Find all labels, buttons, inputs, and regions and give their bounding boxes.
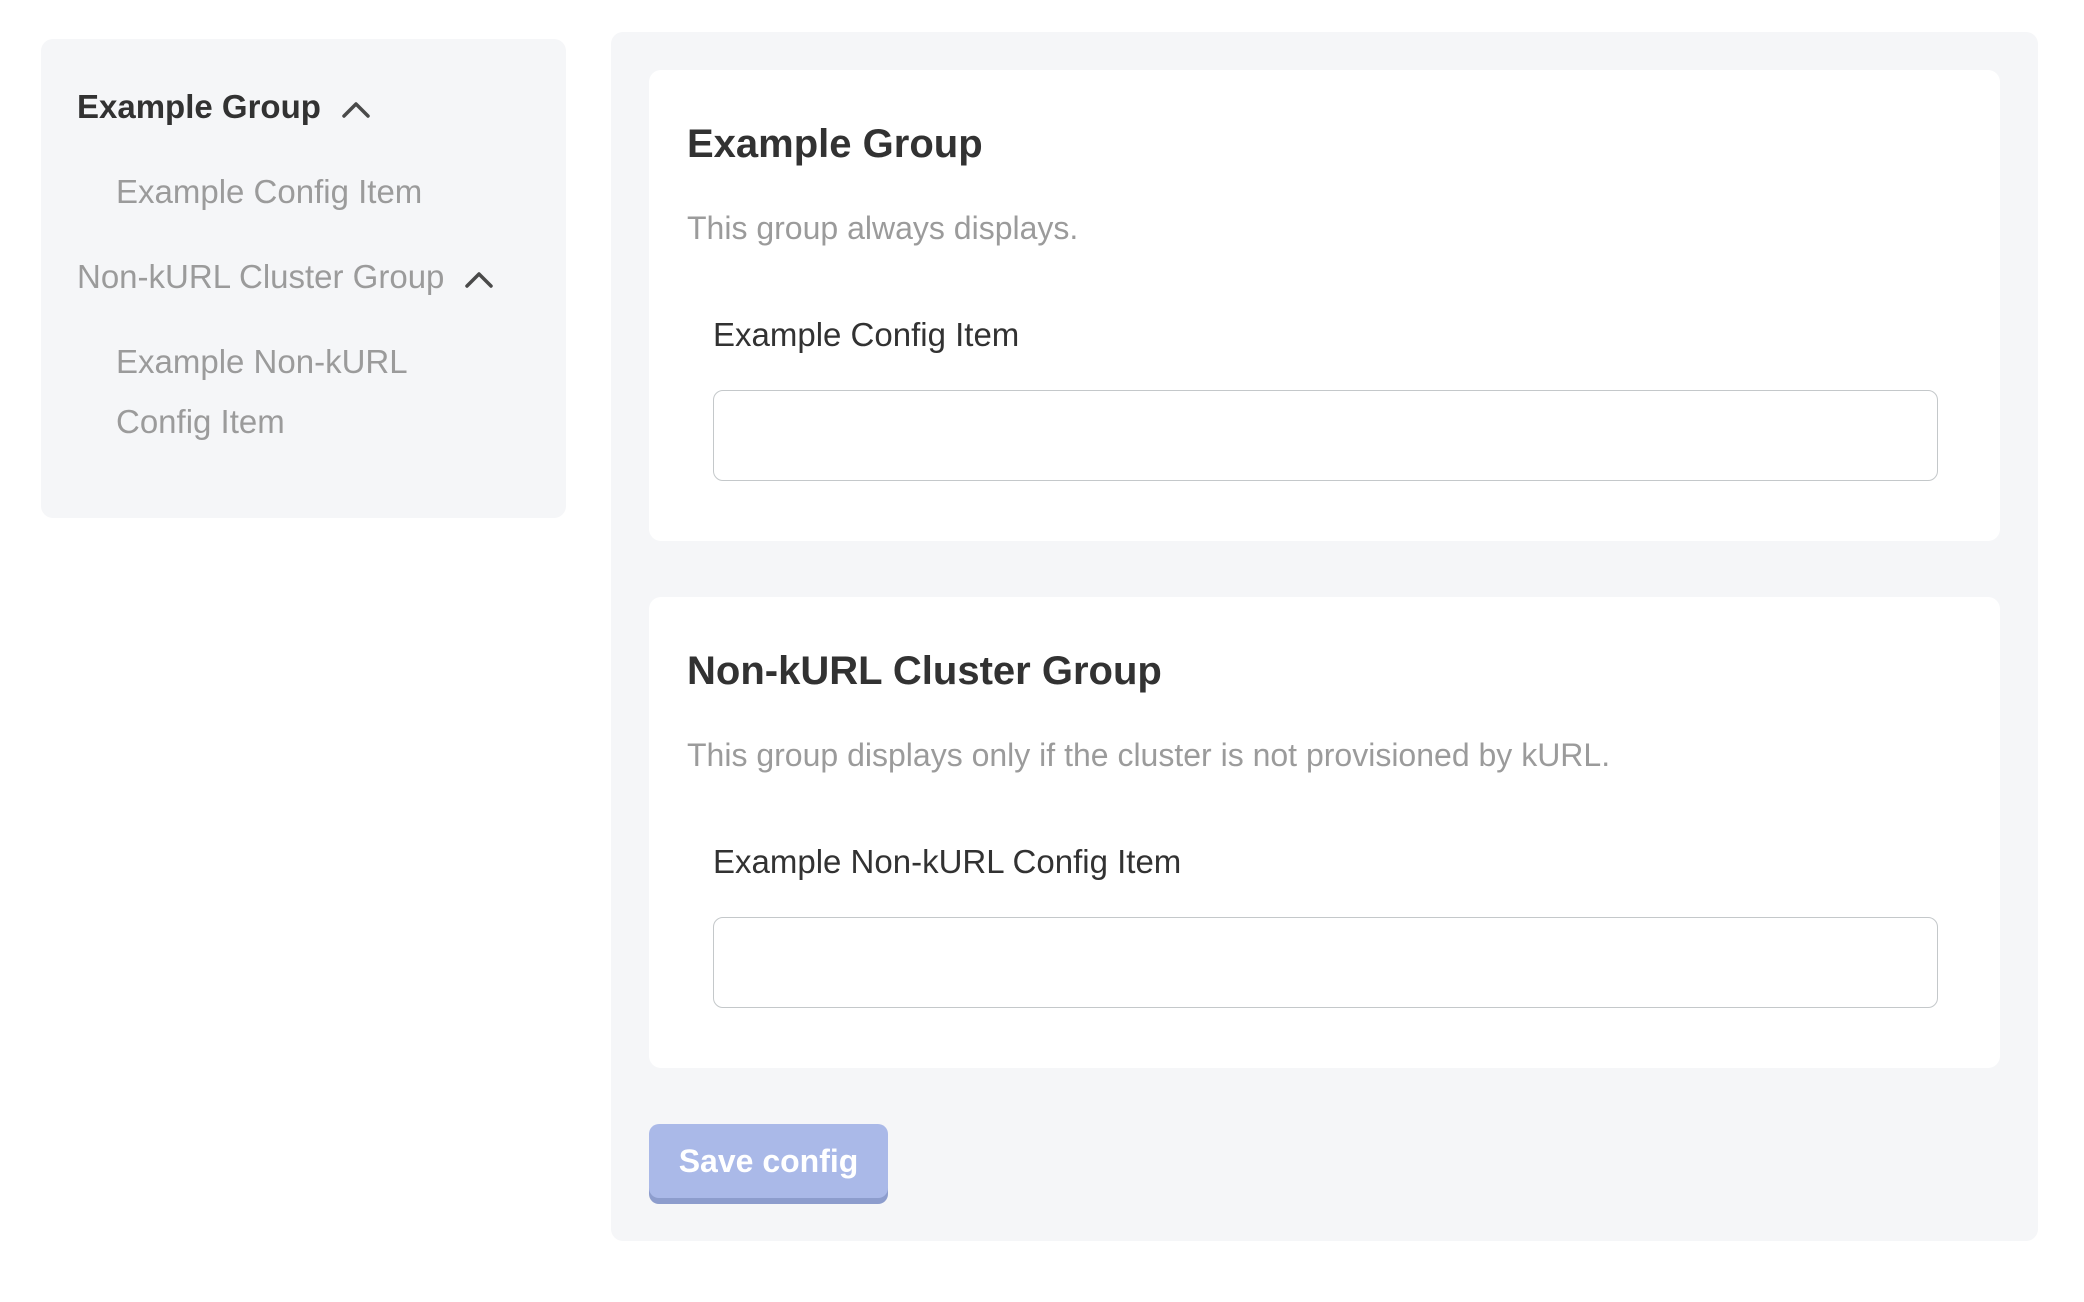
config-area: Example Group This group always displays… [611,32,2038,1241]
save-config-button[interactable]: Save config [649,1124,888,1198]
sidebar-group-non-kurl-cluster-group[interactable]: Non-kURL Cluster Group [77,247,538,307]
chevron-up-icon[interactable] [341,100,371,119]
config-item: Example Config Item [713,312,1950,481]
config-group-card-example-group: Example Group This group always displays… [649,70,2000,541]
sidebar-item-example-non-kurl-config-item[interactable]: Example Non-kURL Config Item [116,332,451,452]
config-group-title: Non-kURL Cluster Group [687,647,1950,695]
config-group-description: This group always displays. [687,208,1950,248]
sidebar-group-label: Non-kURL Cluster Group [77,247,444,307]
config-item-label: Example Config Item [713,312,1950,358]
config-group-card-non-kurl-cluster-group: Non-kURL Cluster Group This group displa… [649,597,2000,1068]
config-group-title: Example Group [687,120,1950,168]
sidebar-item-example-config-item[interactable]: Example Config Item [116,162,451,222]
example-config-item-input[interactable] [713,390,1938,481]
sidebar-group-label: Example Group [77,77,321,137]
config-group-description: This group displays only if the cluster … [687,735,1950,775]
sidebar-group-example-group[interactable]: Example Group [77,77,538,137]
config-item: Example Non-kURL Config Item [713,839,1950,1008]
config-item-label: Example Non-kURL Config Item [713,839,1950,885]
example-non-kurl-config-item-input[interactable] [713,917,1938,1008]
config-nav: Example Group Example Config Item Non-kU… [77,77,538,452]
config-sidebar: Example Group Example Config Item Non-kU… [41,39,566,518]
chevron-up-icon[interactable] [464,270,494,289]
